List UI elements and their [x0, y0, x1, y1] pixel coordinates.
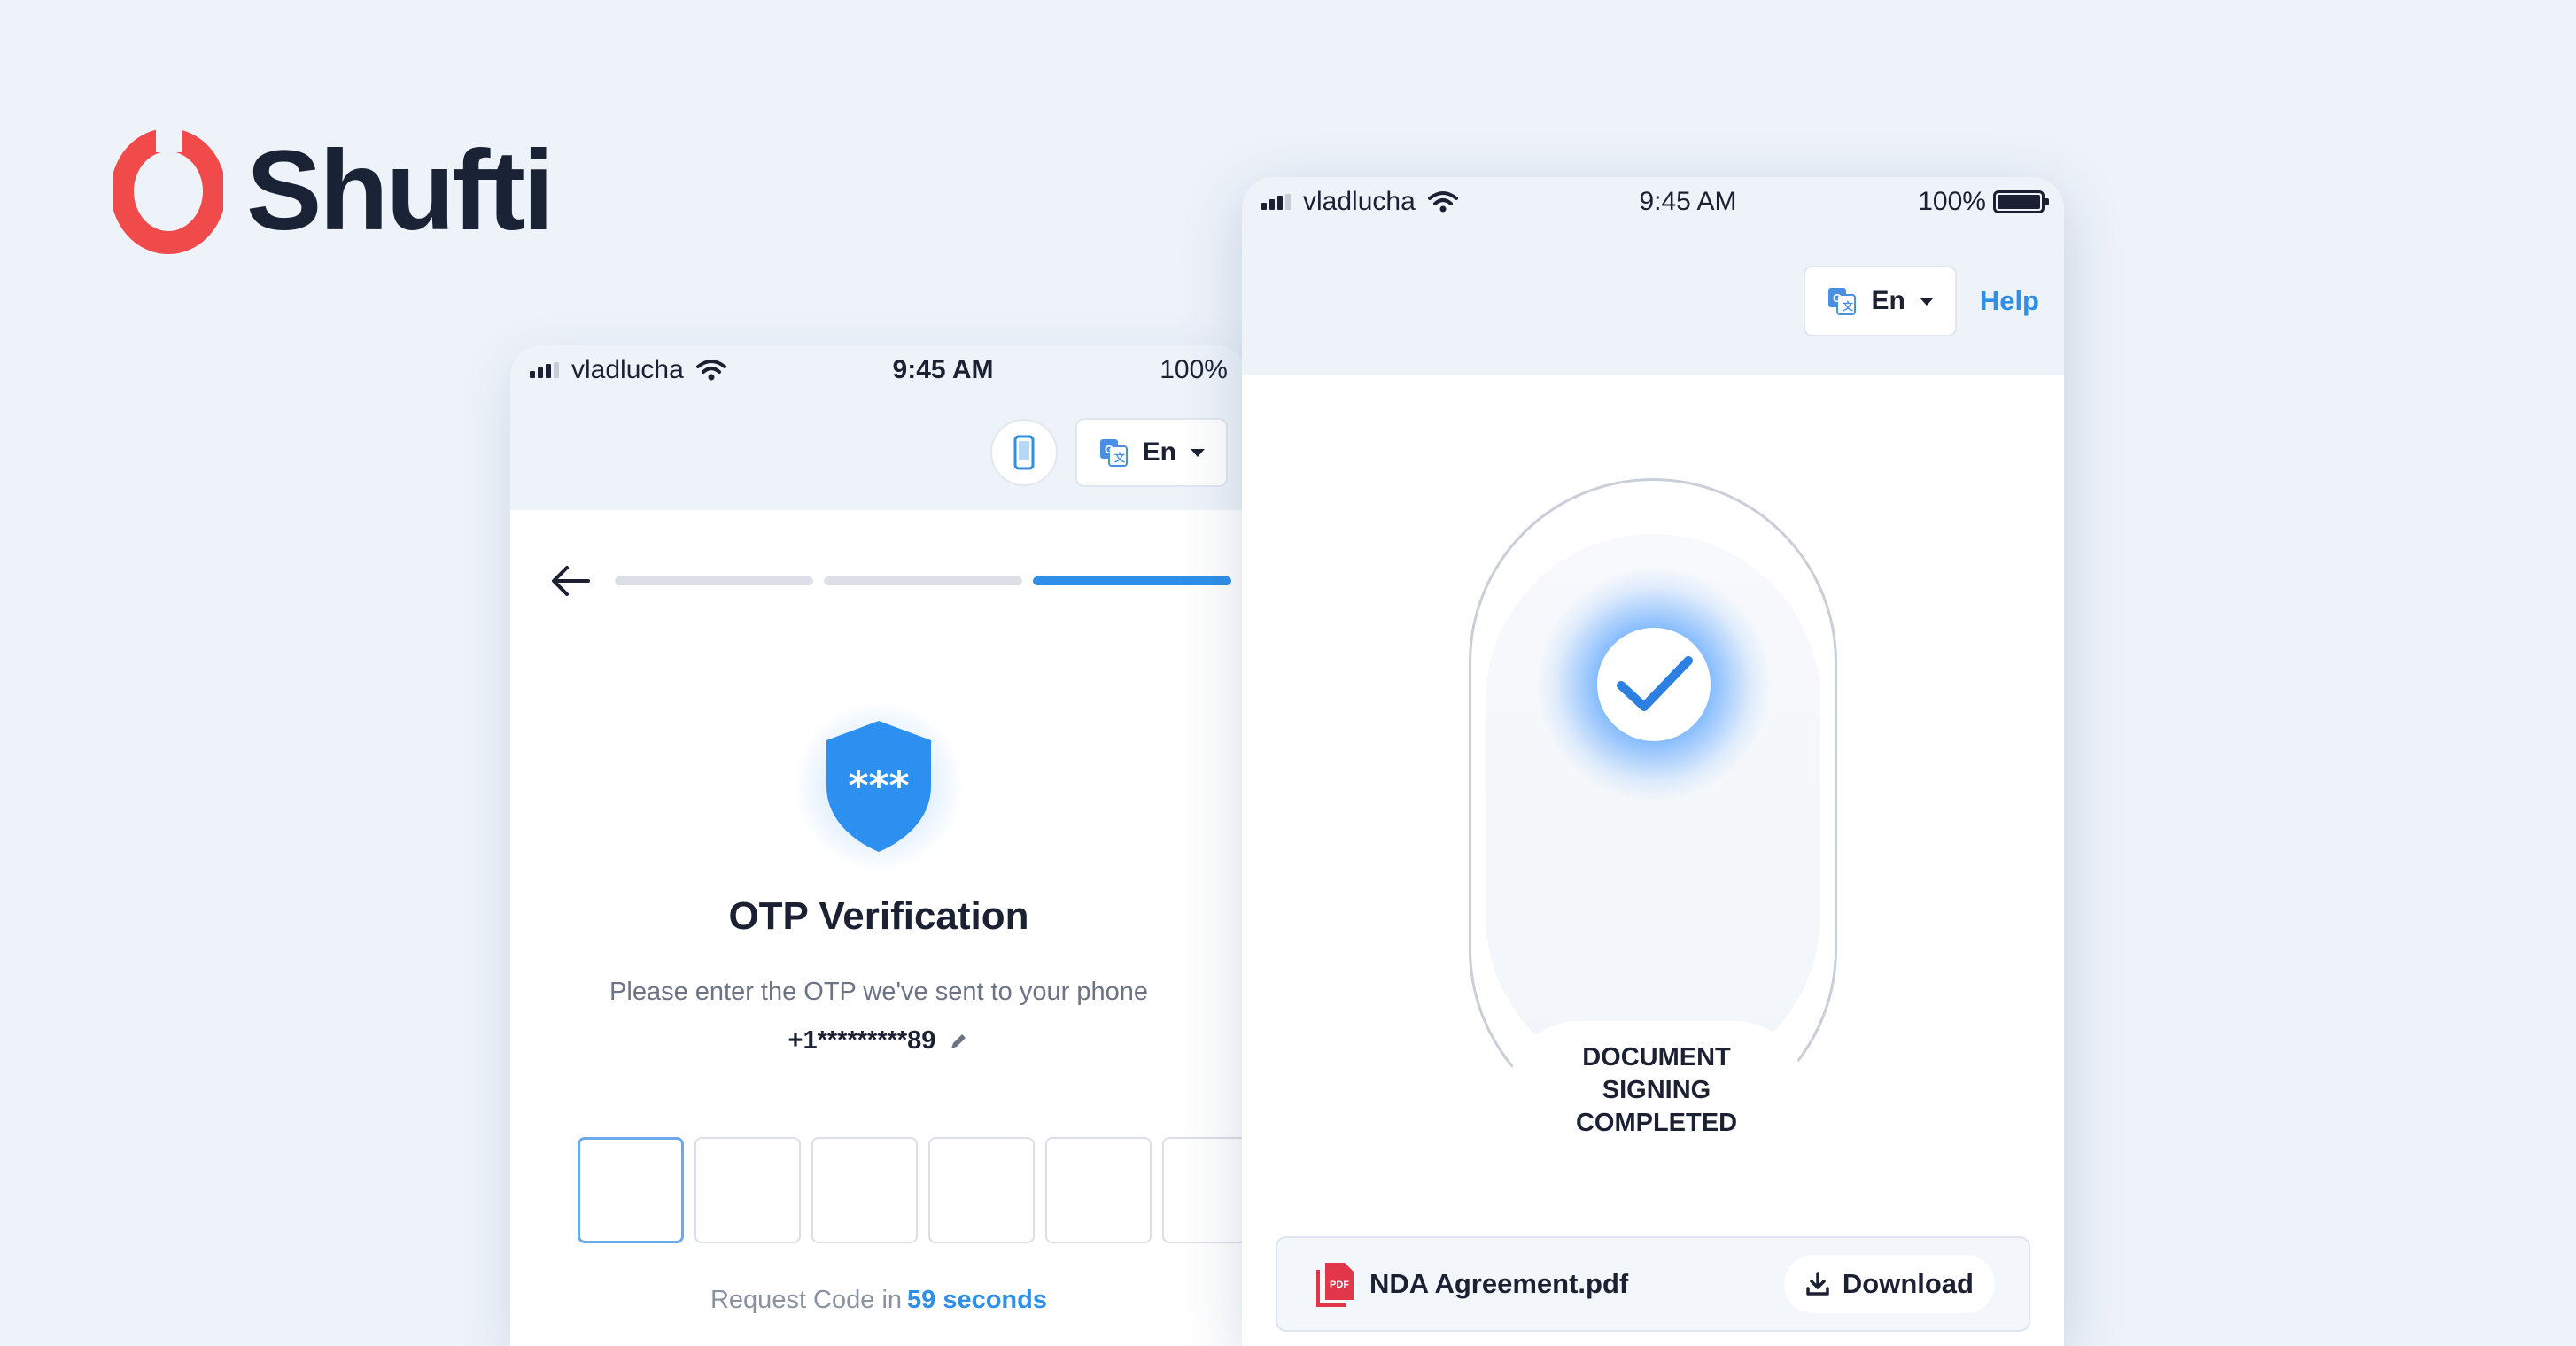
back-arrow-icon[interactable]	[549, 563, 592, 599]
wifi-icon	[695, 360, 726, 381]
status-bar: vladlucha 9:45 AM 100%	[1242, 177, 2064, 227]
otp-digit-1[interactable]	[578, 1137, 684, 1243]
checkmark-icon	[1617, 656, 1693, 711]
otp-digit-6[interactable]	[1162, 1137, 1247, 1243]
progress-row	[510, 510, 1247, 599]
chevron-down-icon	[1919, 297, 1934, 306]
signed-file-bar: PDF NDA Agreement.pdf Download	[1276, 1236, 2030, 1332]
file-name: NDA Agreement.pdf	[1369, 1268, 1629, 1299]
battery-percent: 100%	[1160, 355, 1228, 384]
status-time: 9:45 AM	[892, 355, 994, 384]
carrier-name: vladlucha	[1303, 187, 1416, 216]
mobile-phone-icon	[1013, 435, 1035, 470]
signal-icon	[1261, 194, 1291, 210]
request-code-prefix: Request Code in	[710, 1286, 903, 1314]
language-selector[interactable]: G 文 En	[1075, 418, 1228, 487]
top-toolbar: G 文 En	[510, 395, 1247, 510]
device-switch-button[interactable]	[989, 419, 1058, 486]
carrier-name: vladlucha	[571, 355, 684, 384]
translate-icon: G 文	[1828, 288, 1857, 315]
signal-icon	[530, 362, 559, 378]
translate-icon: G 文	[1099, 439, 1128, 467]
language-selector[interactable]: G 文 En	[1804, 266, 1957, 336]
request-countdown: 59 seconds	[907, 1286, 1047, 1314]
progress-step-3	[1033, 576, 1231, 585]
language-label: En	[1871, 286, 1905, 315]
wifi-icon	[1427, 191, 1458, 213]
brand-name: Shufti	[246, 128, 555, 254]
edit-pencil-icon[interactable]	[948, 1031, 969, 1052]
shield-text: ***	[848, 763, 909, 808]
svg-text:G: G	[1833, 291, 1842, 305]
pdf-file-icon: PDF	[1316, 1263, 1354, 1307]
download-label: Download	[1842, 1268, 1974, 1299]
status-time: 9:45 AM	[1639, 187, 1737, 216]
download-button[interactable]: Download	[1783, 1255, 1995, 1313]
otp-digit-4[interactable]	[928, 1137, 1035, 1243]
top-toolbar: G 文 En Help	[1242, 227, 2064, 375]
page-title: OTP Verification	[728, 894, 1029, 938]
signing-phone-screen: vladlucha 9:45 AM 100% G 文 En Help DOCUM…	[1242, 177, 2064, 1346]
download-icon	[1806, 1272, 1829, 1296]
brand-logo: Shufti	[113, 126, 555, 257]
shufti-logo-icon	[113, 126, 223, 254]
phone-number-row: +1*********89	[510, 1026, 1247, 1056]
progress-step-1	[615, 576, 813, 585]
otp-digit-5[interactable]	[1045, 1137, 1152, 1243]
battery-icon	[1992, 190, 2049, 213]
completion-status: DOCUMENT SIGNING COMPLETED	[1509, 1021, 1804, 1159]
status-bar: vladlucha 9:45 AM 100%	[510, 345, 1247, 395]
help-link[interactable]: Help	[1980, 285, 2039, 317]
chevron-down-icon	[1191, 448, 1205, 457]
otp-input-group	[510, 1137, 1247, 1243]
page-subtitle: Please enter the OTP we've sent to your …	[609, 978, 1148, 1006]
otp-phone-screen: vladlucha 9:45 AM 100% G 文 En *** OTP Ve…	[510, 345, 1247, 1346]
svg-text:G: G	[1105, 443, 1113, 456]
completion-text: DOCUMENT SIGNING COMPLETED	[1575, 1042, 1738, 1137]
shield-password-icon: ***	[826, 721, 931, 852]
svg-text:文: 文	[1114, 451, 1126, 464]
battery-percent: 100%	[1918, 187, 1986, 216]
masked-phone-number: +1*********89	[788, 1026, 936, 1055]
svg-text:PDF: PDF	[1330, 1280, 1349, 1290]
progress-step-2	[824, 576, 1022, 585]
otp-digit-2[interactable]	[694, 1137, 801, 1243]
success-glow	[1539, 569, 1769, 800]
otp-digit-3[interactable]	[811, 1137, 918, 1243]
completion-capsule: DOCUMENT SIGNING COMPLETED	[1469, 478, 1837, 1159]
shield-glow: ***	[795, 698, 963, 875]
progress-steps	[615, 576, 1231, 585]
success-badge	[1597, 628, 1711, 741]
request-code-text: Request Code in 59 seconds	[510, 1286, 1247, 1315]
svg-text:文: 文	[1843, 299, 1854, 313]
language-label: En	[1142, 437, 1176, 467]
